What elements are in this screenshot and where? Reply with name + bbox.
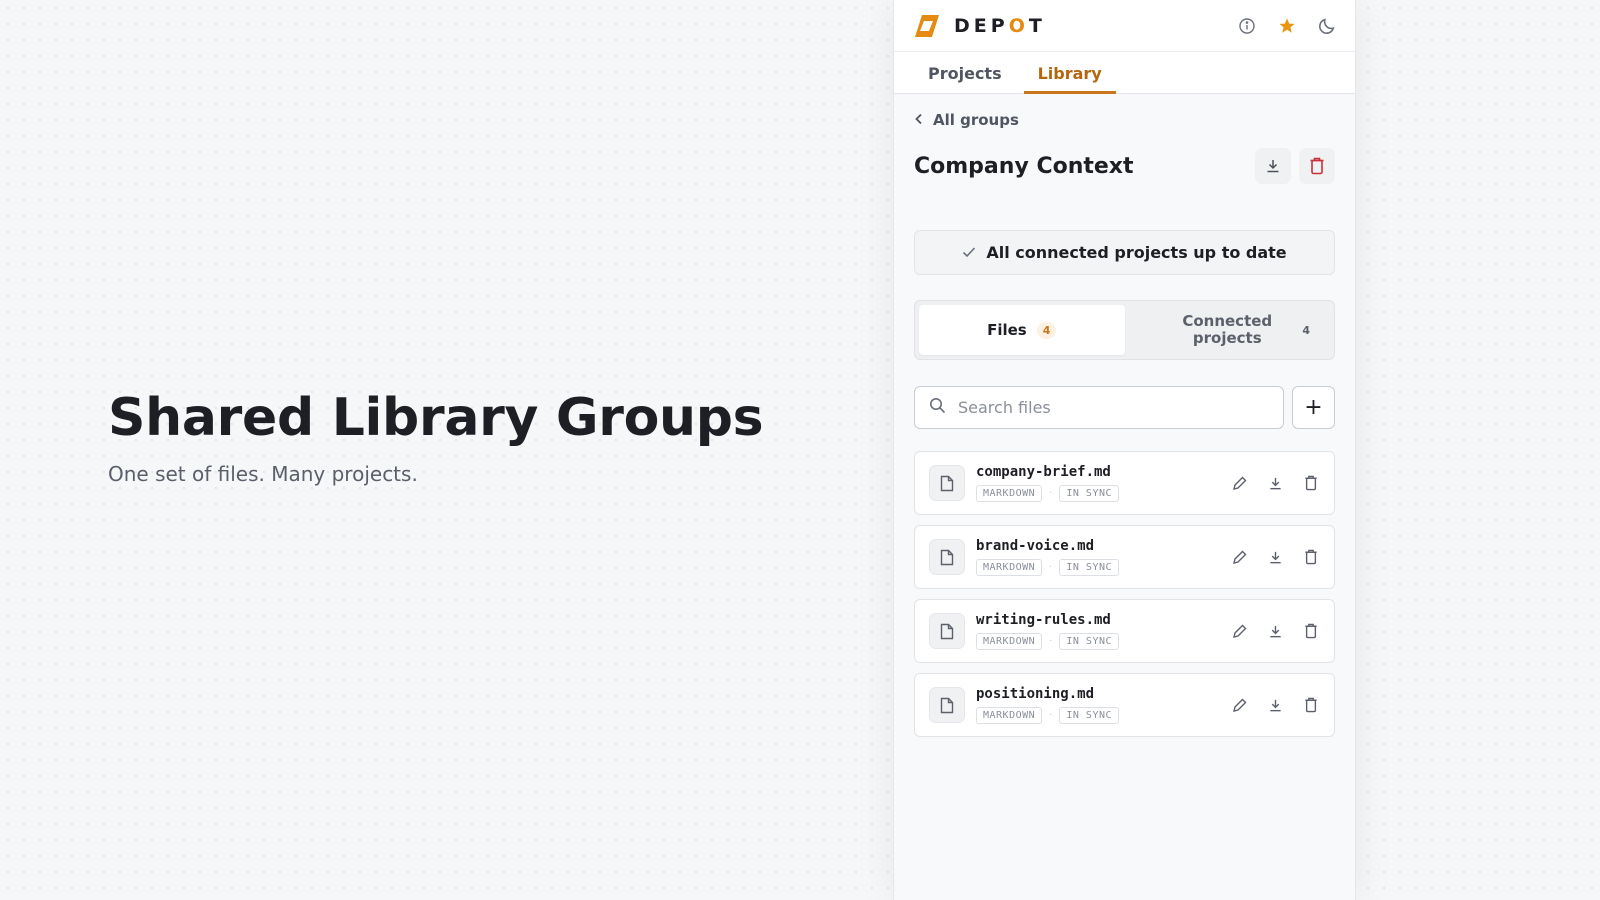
app-panel: DEPOT Projects Library All groups Compan…: [893, 0, 1356, 900]
edit-icon[interactable]: [1230, 622, 1248, 640]
trash-icon[interactable]: [1302, 696, 1320, 714]
file-type-badge: MARKDOWN: [976, 633, 1043, 650]
download-icon[interactable]: [1266, 622, 1284, 640]
brand-name: DEPOT: [954, 14, 1046, 37]
file-name: writing-rules.md: [976, 612, 1111, 628]
chevron-left-icon: [914, 111, 924, 129]
tab-files-label: Files: [987, 321, 1027, 339]
search-icon: [929, 397, 946, 418]
tab-projects[interactable]: Projects: [916, 52, 1014, 94]
tab-connected-projects-label: Connected projects: [1182, 312, 1273, 347]
file-type-badge: MARKDOWN: [976, 559, 1043, 576]
download-icon[interactable]: [1266, 548, 1284, 566]
hero-title: Shared Library Groups: [108, 388, 764, 448]
sync-status-badge: IN SYNC: [1059, 707, 1120, 724]
trash-icon[interactable]: [1302, 548, 1320, 566]
file-name: company-brief.md: [976, 464, 1111, 480]
file-icon: [929, 465, 965, 501]
search-input[interactable]: [958, 398, 1238, 417]
file-icon: [929, 613, 965, 649]
nav-tabs: Projects Library: [894, 52, 1355, 94]
tab-connected-projects[interactable]: Connected projects 4: [1125, 305, 1331, 355]
sync-status-badge: IN SYNC: [1059, 485, 1120, 502]
sync-status-badge: IN SYNC: [1059, 559, 1120, 576]
check-icon: [962, 243, 976, 262]
back-label: All groups: [933, 111, 1019, 129]
trash-icon[interactable]: [1302, 474, 1320, 492]
file-name: brand-voice.md: [976, 538, 1095, 554]
group-title: Company Context: [914, 153, 1134, 179]
file-name: positioning.md: [976, 686, 1095, 702]
edit-icon[interactable]: [1230, 548, 1248, 566]
file-row[interactable]: positioning.md MARKDOWN · IN SYNC: [914, 673, 1335, 737]
download-group-button[interactable]: [1255, 148, 1291, 184]
moon-icon[interactable]: [1317, 16, 1337, 36]
tab-files[interactable]: Files 4: [919, 305, 1125, 355]
file-icon: [929, 539, 965, 575]
status-text: All connected projects up to date: [986, 243, 1287, 262]
info-icon[interactable]: [1237, 16, 1257, 36]
file-type-badge: MARKDOWN: [976, 707, 1043, 724]
delete-group-button[interactable]: [1299, 148, 1335, 184]
edit-icon[interactable]: [1230, 696, 1248, 714]
search-box: [914, 386, 1284, 429]
tab-library[interactable]: Library: [1023, 52, 1116, 94]
file-list: company-brief.md MARKDOWN · IN SYNC bran…: [914, 451, 1335, 737]
back-to-all-groups-link[interactable]: All groups: [914, 110, 1335, 130]
sync-status-badge: IN SYNC: [1059, 633, 1120, 650]
download-icon[interactable]: [1266, 696, 1284, 714]
separator-dot: ·: [1049, 562, 1053, 573]
separator-dot: ·: [1049, 488, 1053, 499]
hero: Shared Library Groups One set of files. …: [108, 388, 764, 486]
add-file-button[interactable]: +: [1292, 386, 1335, 429]
sync-status-banner: All connected projects up to date: [914, 230, 1335, 275]
segmented-tabs: Files 4 Connected projects 4: [914, 300, 1335, 360]
files-count-badge: 4: [1036, 321, 1057, 339]
file-row[interactable]: brand-voice.md MARKDOWN · IN SYNC: [914, 525, 1335, 589]
star-icon[interactable]: [1277, 16, 1297, 36]
download-icon[interactable]: [1266, 474, 1284, 492]
file-row[interactable]: writing-rules.md MARKDOWN · IN SYNC: [914, 599, 1335, 663]
hero-subtitle: One set of files. Many projects.: [108, 462, 418, 486]
top-bar: DEPOT: [894, 0, 1355, 52]
edit-icon[interactable]: [1230, 474, 1248, 492]
separator-dot: ·: [1049, 636, 1053, 647]
file-row[interactable]: company-brief.md MARKDOWN · IN SYNC: [914, 451, 1335, 515]
file-type-badge: MARKDOWN: [976, 485, 1043, 502]
file-icon: [929, 687, 965, 723]
connected-projects-count-badge: 4: [1302, 323, 1310, 337]
trash-icon[interactable]: [1302, 622, 1320, 640]
separator-dot: ·: [1049, 710, 1053, 721]
depot-logo-icon: [914, 14, 940, 38]
